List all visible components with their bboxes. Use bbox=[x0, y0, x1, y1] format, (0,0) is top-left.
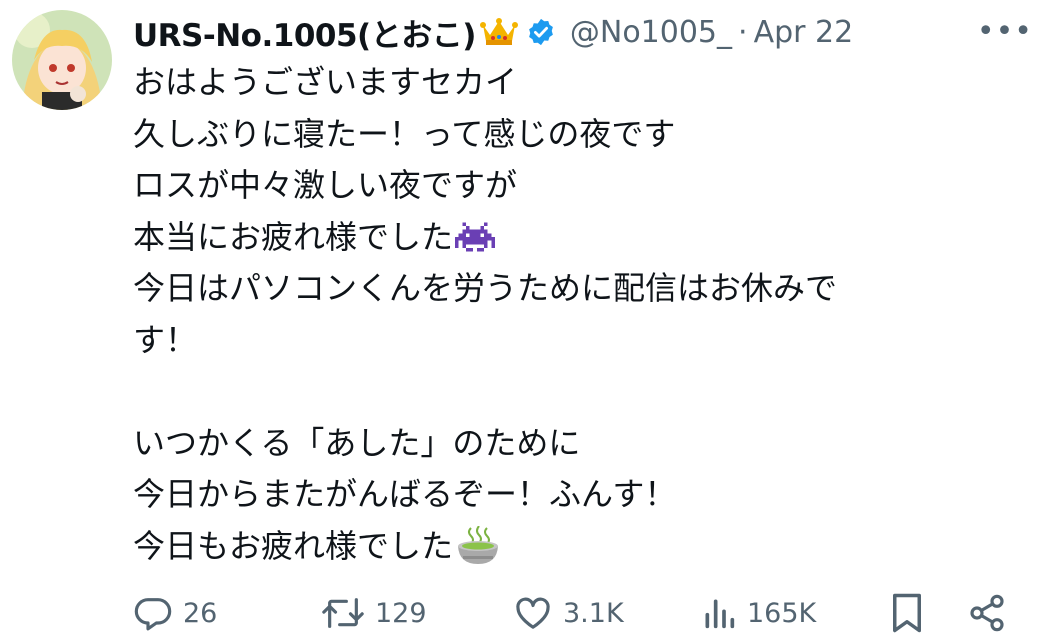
share-button[interactable] bbox=[967, 588, 1007, 638]
space-invader-emoji bbox=[455, 220, 496, 254]
tweet-line-with-emoji: 今日もお疲れ様でした bbox=[133, 521, 1033, 573]
share-icon bbox=[967, 593, 1007, 633]
separator: · bbox=[738, 14, 748, 50]
like-count: 3.1K bbox=[563, 597, 624, 629]
reply-button[interactable]: 26 bbox=[133, 588, 217, 638]
action-bar: 26 129 3.1K 165K bbox=[133, 588, 1013, 638]
tweet-line: 今日はパソコンくんを労うために配信はお休みで bbox=[133, 269, 838, 307]
tweet-text: おはようございますセカイ 久しぶりに寝たー！って感じの夜です ロスが中々激しい夜… bbox=[133, 57, 1033, 572]
views-icon bbox=[701, 593, 737, 633]
views-count: 165K bbox=[747, 597, 817, 629]
tweet-header: URS-No.1005(とおこ) @No1005_ · Apr 22 ••• bbox=[133, 8, 1033, 56]
like-button[interactable]: 3.1K bbox=[513, 588, 624, 638]
tweet-line: 久しぶりに寝たー！って感じの夜です bbox=[133, 114, 676, 153]
crown-emoji bbox=[479, 17, 518, 47]
display-name[interactable]: URS-No.1005(とおこ) bbox=[133, 10, 476, 55]
tweet-line: す！ bbox=[133, 320, 198, 359]
reply-icon bbox=[133, 593, 173, 633]
tea-emoji bbox=[455, 526, 501, 566]
tweet-line: おはようございますセカイ bbox=[133, 63, 518, 101]
verified-badge-icon[interactable] bbox=[526, 17, 556, 47]
tweet-line: いつかくる「あした」のために bbox=[133, 423, 581, 462]
bookmark-button[interactable] bbox=[889, 588, 925, 638]
tweet-line: 今日からまたがんばるぞー！ふんす！ bbox=[133, 475, 677, 513]
tweet-line: ロスが中々激しい夜ですが bbox=[133, 166, 518, 204]
avatar[interactable] bbox=[12, 10, 112, 110]
tweet-line-with-emoji: 本当にお疲れ様でした bbox=[133, 212, 1033, 264]
repost-button[interactable]: 129 bbox=[321, 588, 427, 638]
handle[interactable]: @No1005_ bbox=[570, 15, 732, 50]
reply-count: 26 bbox=[183, 597, 218, 629]
views-button[interactable]: 165K bbox=[701, 588, 816, 638]
bookmark-icon bbox=[889, 592, 925, 634]
repost-count: 129 bbox=[375, 597, 427, 629]
repost-icon bbox=[321, 593, 365, 633]
like-icon bbox=[513, 593, 553, 633]
tweet-line: 今日もお疲れ様でした bbox=[133, 526, 454, 565]
tweet-line: 本当にお疲れ様でした bbox=[133, 217, 454, 256]
timestamp[interactable]: Apr 22 bbox=[754, 15, 854, 50]
more-icon[interactable]: ••• bbox=[977, 14, 1033, 49]
